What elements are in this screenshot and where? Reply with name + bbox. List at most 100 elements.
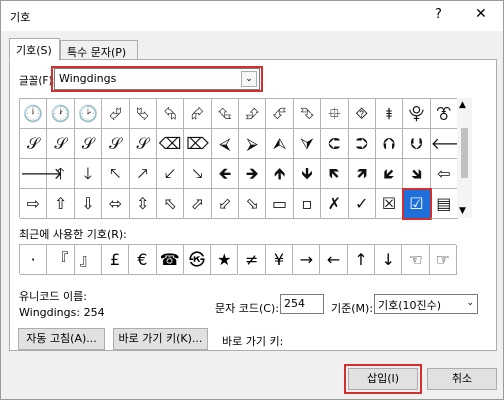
symbol-cell[interactable]: ⮛ xyxy=(293,129,322,159)
recent-symbol-cell[interactable]: ≠ xyxy=(238,245,266,275)
symbol-cell[interactable]: ⌦ xyxy=(184,129,212,159)
unicode-name-label: 유니코드 이름: xyxy=(19,290,87,303)
symbol-cell[interactable]: 𝒮 xyxy=(74,129,103,159)
recent-symbol-cell[interactable]: ¥ xyxy=(265,245,294,275)
symbol-cell[interactable]: ⬂ xyxy=(239,189,267,219)
help-icon[interactable]: ? xyxy=(435,7,442,22)
symbol-cell[interactable]: 🡖 xyxy=(184,159,212,189)
recent-symbol-cell[interactable]: → xyxy=(293,245,321,275)
symbol-cell[interactable]: 🡹 xyxy=(266,159,294,189)
shortcut-key-label: 바로 가기 키: xyxy=(222,335,284,348)
symbol-cell[interactable]: 🡼 xyxy=(321,159,349,189)
symbol-cell[interactable]: ⇳ xyxy=(129,189,157,219)
symbol-cell[interactable]: 𝒮 xyxy=(47,129,75,159)
symbol-cell[interactable]: ⮴ xyxy=(211,99,240,129)
symbol-cell[interactable]: 🡻 xyxy=(293,159,322,189)
symbol-cell[interactable]: 🡺 xyxy=(239,159,267,189)
symbol-cell[interactable]: ⯐ xyxy=(321,99,349,129)
tab-symbols[interactable]: 기호(S) xyxy=(9,38,60,61)
symbol-cell[interactable]: ▫ xyxy=(293,189,322,219)
recent-symbol-cell[interactable]: ↓ xyxy=(375,245,403,275)
char-code-input[interactable]: 254 xyxy=(280,294,324,314)
symbol-cell[interactable]: ⯓ xyxy=(403,99,431,129)
symbol-cell[interactable]: ✗ xyxy=(321,189,349,219)
symbol-cell[interactable]: 🡒 xyxy=(20,159,63,189)
symbol-cell[interactable]: ⮱ xyxy=(129,99,157,129)
recent-symbols-label: 최근에 사용한 기호(R): xyxy=(19,228,127,241)
recent-symbol-cell[interactable]: 』 xyxy=(74,245,102,275)
symbol-cell[interactable]: ⇦ xyxy=(430,159,459,189)
symbol-cell[interactable]: ⌫ xyxy=(156,129,185,159)
symbol-cell[interactable]: ⯔ xyxy=(430,99,459,129)
symbol-cell[interactable]: ⮚ xyxy=(239,129,267,159)
symbol-dialog: 기호 ? ✕ 기호(S) 특수 문자(P) 글꼴(F): Wingdings ⌄… xyxy=(0,0,504,400)
symbol-cell[interactable]: ☑ xyxy=(402,188,432,220)
recent-symbol-cell[interactable]: £ xyxy=(101,245,130,275)
symbol-cell[interactable]: ⮈ xyxy=(321,129,349,159)
recent-symbol-cell[interactable]: ☞ xyxy=(429,245,457,275)
symbol-cell[interactable]: 🡾 xyxy=(403,159,431,189)
symbol-cell[interactable]: 🡔 xyxy=(102,159,130,189)
recent-symbol-cell[interactable]: ★ xyxy=(211,245,239,275)
recent-symbol-cell[interactable]: ☎ xyxy=(156,245,184,275)
symbol-cell[interactable]: ⯑ xyxy=(348,99,376,129)
symbol-cell[interactable]: ⯒ xyxy=(375,99,404,129)
symbol-cell[interactable]: 🡿 xyxy=(375,159,404,189)
scroll-up-icon[interactable]: ▲ xyxy=(459,100,466,110)
symbol-cell[interactable]: ☒ xyxy=(375,189,404,219)
symbol-cell[interactable]: ⮳ xyxy=(184,99,212,129)
recent-symbol-cell[interactable]: ← xyxy=(320,245,348,275)
symbol-cell[interactable]: ▭ xyxy=(266,189,294,219)
symbol-cell[interactable]: ⮷ xyxy=(293,99,322,129)
symbol-cell[interactable]: 🡑 xyxy=(47,159,75,189)
base-select[interactable]: 기호(10진수) ⌄ xyxy=(374,294,478,314)
symbol-cell[interactable]: ⮊ xyxy=(348,129,376,159)
symbol-cell[interactable]: ⬀ xyxy=(184,189,212,219)
symbol-cell[interactable]: ⬄ xyxy=(102,189,130,219)
symbol-cell[interactable]: ▤ xyxy=(430,189,459,219)
symbol-cell[interactable]: 🡐 xyxy=(430,129,474,159)
symbol-cell[interactable]: 🕐 xyxy=(47,99,75,129)
symbol-cell[interactable]: 🡕 xyxy=(129,159,157,189)
symbol-cell[interactable]: ⮶ xyxy=(266,99,294,129)
symbol-cell[interactable]: ⇨ xyxy=(20,189,48,219)
symbol-cell[interactable]: 𝒮 xyxy=(129,129,157,159)
shortcut-key-button[interactable]: 바로 가기 키(K)... xyxy=(113,328,208,350)
symbol-grid-scrollbar[interactable]: ▲ ▼ xyxy=(457,98,472,218)
symbol-cell[interactable]: 🡗 xyxy=(156,159,185,189)
symbol-cell[interactable]: 𝒮 xyxy=(102,129,130,159)
symbol-cell[interactable]: ⮋ xyxy=(403,129,431,159)
symbol-cell[interactable]: 𝒮 xyxy=(20,129,48,159)
cancel-button[interactable]: 취소 xyxy=(427,368,497,390)
symbol-cell[interactable]: ⮙ xyxy=(266,129,294,159)
base-label: 기준(M): xyxy=(331,302,374,315)
recent-symbol-cell[interactable]: ㉿ xyxy=(183,245,212,275)
symbol-cell[interactable]: 🡸 xyxy=(211,159,240,189)
tab-special-characters[interactable]: 특수 문자(P) xyxy=(60,40,138,60)
symbol-cell[interactable]: ⮘ xyxy=(211,129,240,159)
symbol-cell[interactable]: ⇩ xyxy=(74,189,103,219)
scroll-thumb[interactable] xyxy=(461,128,468,178)
recent-symbol-cell[interactable]: · xyxy=(20,245,48,275)
recent-symbol-cell[interactable]: 『 xyxy=(47,245,75,275)
recent-symbol-cell[interactable]: ↑ xyxy=(347,245,376,275)
symbol-cell[interactable]: ⮲ xyxy=(156,99,185,129)
symbol-cell[interactable]: ⮵ xyxy=(239,99,267,129)
recent-symbol-cell[interactable]: ☜ xyxy=(402,245,430,275)
symbol-cell[interactable]: ⮉ xyxy=(375,129,404,159)
symbol-grid: 🕛 🕐 🕑 ⮰ ⮱ ⮲ ⮳ ⮴ ⮵ ⮶ ⮷ ⯐ ⯑ ⯒ ⯓ ⯔ 𝒮 𝒮 𝒮 𝒮 𝒮 ⌫ ⌦ ⮘ ⮚ ⮙ ⮛ ⮈ ⮊ ⮉ ⮋ 🡐 🡒 🡑 🡓 🡔 🡕 🡗 🡖 🡸… xyxy=(19,98,474,220)
autocorrect-button[interactable]: 자동 고침(A)... xyxy=(18,328,105,350)
symbol-cell[interactable]: 🡓 xyxy=(74,159,103,189)
symbol-cell[interactable]: ⬁ xyxy=(156,189,185,219)
symbol-cell[interactable]: 🡽 xyxy=(348,159,376,189)
scroll-down-icon[interactable]: ▼ xyxy=(459,206,466,216)
chevron-down-icon[interactable]: ⌄ xyxy=(466,298,474,308)
symbol-cell[interactable]: ⇧ xyxy=(47,189,75,219)
symbol-cell[interactable]: ⮰ xyxy=(102,99,130,129)
symbol-cell[interactable]: 🕛 xyxy=(20,99,48,129)
symbol-cell[interactable]: ⬃ xyxy=(211,189,240,219)
symbol-cell[interactable]: 🕑 xyxy=(74,99,103,129)
recent-symbol-cell[interactable]: € xyxy=(129,245,157,275)
symbol-cell[interactable]: ✓ xyxy=(348,189,376,219)
close-icon[interactable]: ✕ xyxy=(475,6,487,22)
